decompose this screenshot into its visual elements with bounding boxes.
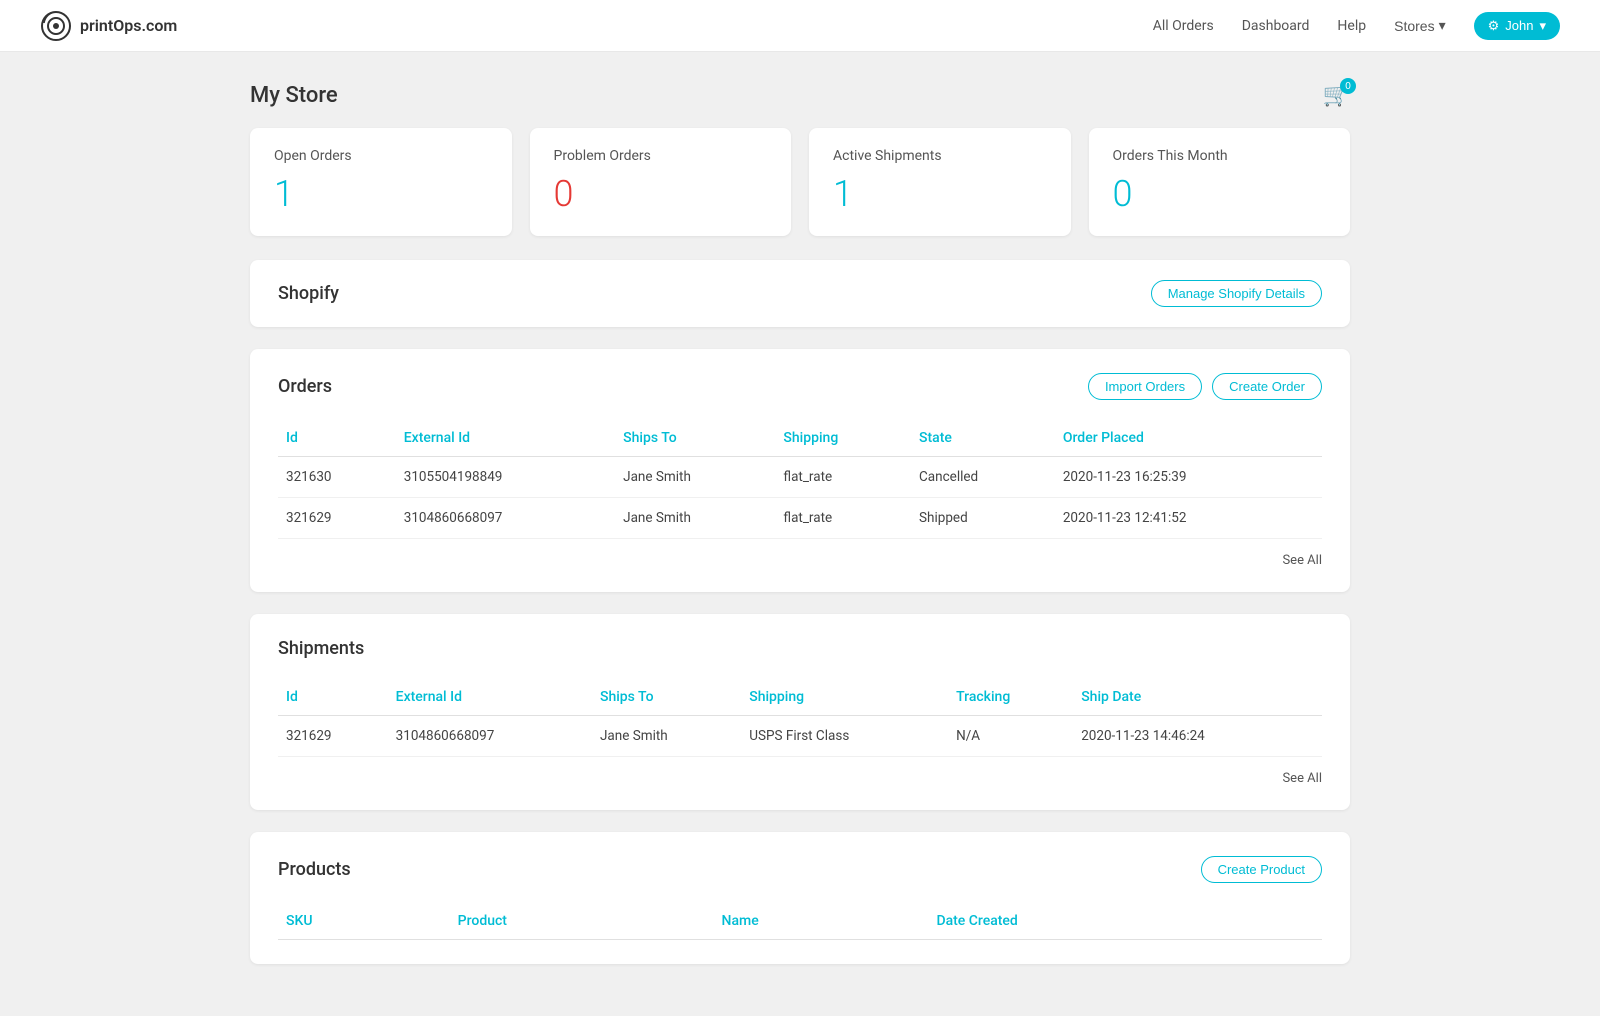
order-state: Cancelled: [911, 457, 1055, 498]
table-row[interactable]: 321630 3105504198849 Jane Smith flat_rat…: [278, 457, 1322, 498]
cart-button[interactable]: 🛒 0: [1323, 82, 1350, 108]
prod-col-name: Name: [714, 903, 929, 940]
order-id: 321629: [278, 498, 396, 539]
prod-col-sku: SKU: [278, 903, 450, 940]
ship-col-tracking: Tracking: [948, 679, 1073, 716]
stat-label-problem-orders: Problem Orders: [554, 148, 768, 164]
cart-badge: 0: [1340, 78, 1356, 94]
shipment-ships-to: Jane Smith: [592, 716, 741, 757]
table-row[interactable]: 321629 3104860668097 Jane Smith USPS Fir…: [278, 716, 1322, 757]
shipments-title: Shipments: [278, 638, 364, 659]
all-orders-link[interactable]: All Orders: [1153, 18, 1214, 34]
stat-label-active-shipments: Active Shipments: [833, 148, 1047, 164]
order-state: Shipped: [911, 498, 1055, 539]
shipment-ship-date: 2020-11-23 14:46:24: [1073, 716, 1322, 757]
order-external-id: 3104860668097: [396, 498, 615, 539]
orders-table-header-row: Id External Id Ships To Shipping State O…: [278, 420, 1322, 457]
products-table-header-row: SKU Product Name Date Created: [278, 903, 1322, 940]
stat-label-open-orders: Open Orders: [274, 148, 488, 164]
shipments-header: Shipments: [278, 638, 1322, 659]
create-product-button[interactable]: Create Product: [1201, 856, 1322, 883]
create-order-button[interactable]: Create Order: [1212, 373, 1322, 400]
prod-col-date-created: Date Created: [928, 903, 1322, 940]
logo-icon: [40, 10, 72, 42]
products-header: Products Create Product: [278, 856, 1322, 883]
order-placed: 2020-11-23 16:25:39: [1055, 457, 1322, 498]
shipment-tracking: N/A: [948, 716, 1073, 757]
order-shipping: flat_rate: [775, 457, 911, 498]
gear-icon: ⚙: [1488, 18, 1500, 34]
nav-links: All Orders Dashboard Help Stores ▾ ⚙ Joh…: [1153, 12, 1560, 40]
ship-col-ship-date: Ship Date: [1073, 679, 1322, 716]
stat-card-open-orders: Open Orders 1: [250, 128, 512, 236]
stat-card-active-shipments: Active Shipments 1: [809, 128, 1071, 236]
ship-col-id: Id: [278, 679, 388, 716]
shipment-external-id: 3104860668097: [388, 716, 592, 757]
col-shipping: Shipping: [775, 420, 911, 457]
help-link[interactable]: Help: [1337, 18, 1366, 34]
user-chevron-icon: ▾: [1539, 18, 1546, 34]
col-state: State: [911, 420, 1055, 457]
orders-header: Orders Import Orders Create Order: [278, 373, 1322, 400]
col-ships-to: Ships To: [615, 420, 775, 457]
stores-dropdown-button[interactable]: Stores ▾: [1394, 17, 1446, 34]
col-order-placed: Order Placed: [1055, 420, 1322, 457]
shipments-table: Id External Id Ships To Shipping Trackin…: [278, 679, 1322, 757]
stat-value-problem-orders: 0: [554, 176, 768, 212]
products-table: SKU Product Name Date Created: [278, 903, 1322, 940]
page-header: My Store 🛒 0: [250, 82, 1350, 108]
shipments-see-all-link[interactable]: See All: [278, 771, 1322, 786]
ship-col-external-id: External Id: [388, 679, 592, 716]
ship-col-shipping: Shipping: [741, 679, 948, 716]
orders-title: Orders: [278, 376, 332, 397]
table-row[interactable]: 321629 3104860668097 Jane Smith flat_rat…: [278, 498, 1322, 539]
shipments-table-header-row: Id External Id Ships To Shipping Trackin…: [278, 679, 1322, 716]
shopify-section: Shopify Manage Shopify Details: [250, 260, 1350, 327]
stat-card-orders-this-month: Orders This Month 0: [1089, 128, 1351, 236]
col-external-id: External Id: [396, 420, 615, 457]
ship-col-ships-to: Ships To: [592, 679, 741, 716]
order-shipping: flat_rate: [775, 498, 911, 539]
logo: printOps.com: [40, 10, 177, 42]
col-id: Id: [278, 420, 396, 457]
products-title: Products: [278, 859, 351, 880]
navbar: printOps.com All Orders Dashboard Help S…: [0, 0, 1600, 52]
stat-value-open-orders: 1: [274, 176, 488, 212]
products-section: Products Create Product SKU Product Name…: [250, 832, 1350, 964]
shipment-id: 321629: [278, 716, 388, 757]
stat-label-orders-this-month: Orders This Month: [1113, 148, 1327, 164]
order-placed: 2020-11-23 12:41:52: [1055, 498, 1322, 539]
orders-actions: Import Orders Create Order: [1088, 373, 1322, 400]
logo-text: printOps.com: [80, 16, 177, 35]
order-ships-to: Jane Smith: [615, 457, 775, 498]
shopify-title: Shopify: [278, 283, 339, 304]
orders-see-all-link[interactable]: See All: [278, 553, 1322, 568]
shipment-shipping: USPS First Class: [741, 716, 948, 757]
manage-shopify-button[interactable]: Manage Shopify Details: [1151, 280, 1322, 307]
dashboard-link[interactable]: Dashboard: [1242, 18, 1310, 34]
stat-value-active-shipments: 1: [833, 176, 1047, 212]
import-orders-button[interactable]: Import Orders: [1088, 373, 1202, 400]
stat-value-orders-this-month: 0: [1113, 176, 1327, 212]
order-external-id: 3105504198849: [396, 457, 615, 498]
stores-chevron-icon: ▾: [1439, 17, 1446, 34]
main-content: My Store 🛒 0 Open Orders 1 Problem Order…: [230, 52, 1370, 1016]
prod-col-product: Product: [450, 903, 714, 940]
page-title: My Store: [250, 83, 338, 108]
user-name: John: [1505, 18, 1533, 33]
stat-cards: Open Orders 1 Problem Orders 0 Active Sh…: [250, 128, 1350, 236]
orders-section: Orders Import Orders Create Order Id Ext…: [250, 349, 1350, 592]
shipments-section: Shipments Id External Id Ships To Shippi…: [250, 614, 1350, 810]
order-id: 321630: [278, 457, 396, 498]
order-ships-to: Jane Smith: [615, 498, 775, 539]
stat-card-problem-orders: Problem Orders 0: [530, 128, 792, 236]
user-menu-button[interactable]: ⚙ John ▾: [1474, 12, 1560, 40]
orders-table: Id External Id Ships To Shipping State O…: [278, 420, 1322, 539]
